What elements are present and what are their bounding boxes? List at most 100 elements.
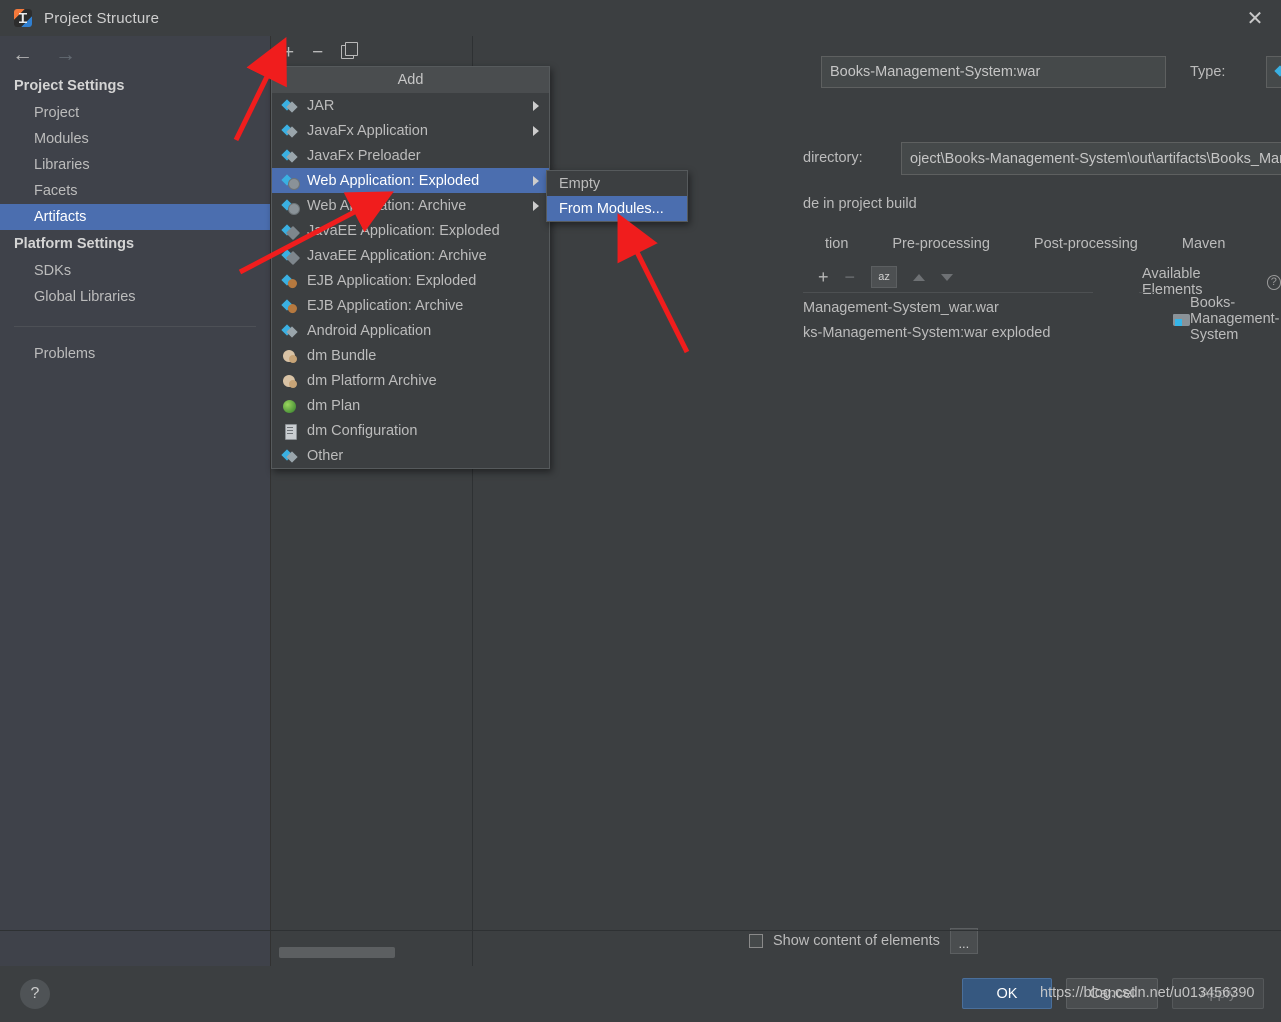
javaee-icon: [282, 248, 298, 264]
sidebar-item-project[interactable]: Project: [0, 100, 270, 126]
horizontal-scrollbar[interactable]: [279, 947, 395, 958]
sidebar-item-facets[interactable]: Facets: [0, 178, 270, 204]
artifact-name-input[interactable]: Books-Management-System:war: [821, 56, 1166, 88]
sort-az-icon[interactable]: az: [871, 266, 898, 288]
arrow-right-icon[interactable]: →: [55, 44, 76, 65]
menu-item-dm-configuration[interactable]: dm Configuration: [272, 418, 549, 443]
menu-item-jar[interactable]: JAR: [272, 93, 549, 118]
menu-item-ejb-application-exploded[interactable]: EJB Application: Exploded: [272, 268, 549, 293]
window-title: Project Structure: [44, 9, 160, 27]
android-artifact-icon: [282, 323, 298, 339]
layout-divider: [803, 292, 1093, 293]
menu-item-javafx-application[interactable]: JavaFx Application: [272, 118, 549, 143]
chevron-right-icon: [533, 100, 539, 111]
sidebar-item-sdks[interactable]: SDKs: [0, 258, 270, 284]
intellij-idea-icon: [14, 9, 32, 27]
add-menu-title: Add: [272, 67, 549, 93]
javaee-icon: [282, 223, 298, 239]
menu-item-label: dm Platform Archive: [307, 372, 437, 389]
menu-item-other[interactable]: Other: [272, 443, 549, 468]
menu-item-label: JavaFx Application: [307, 122, 428, 139]
menu-item-dm-platform-archive[interactable]: dm Platform Archive: [272, 368, 549, 393]
chevron-right-icon: [533, 200, 539, 211]
arrow-down-icon[interactable]: [941, 273, 954, 281]
chevron-right-icon: [533, 125, 539, 136]
menu-item-label: EJB Application: Exploded: [307, 272, 477, 289]
output-directory-input[interactable]: oject\Books-Management-System\out\artifa…: [901, 142, 1281, 175]
close-icon[interactable]: ✕: [1229, 0, 1281, 36]
menu-item-dm-plan[interactable]: dm Plan: [272, 393, 549, 418]
submenu-item-empty[interactable]: Empty: [547, 171, 687, 196]
output-directory-label: directory:: [803, 150, 863, 166]
menu-item-javaee-application-archive[interactable]: JavaEE Application: Archive: [272, 243, 549, 268]
menu-item-label: JAR: [307, 97, 335, 114]
available-elements-divider: [1139, 292, 1155, 293]
sidebar-item-libraries[interactable]: Libraries: [0, 152, 270, 178]
arrow-up-icon[interactable]: [913, 273, 926, 281]
include-in-project-build-label: de in project build: [803, 196, 917, 212]
jar-icon: [282, 98, 298, 114]
menu-item-web-application-archive[interactable]: Web Application: Archive: [272, 193, 549, 218]
plus-dropdown-icon[interactable]: +: [818, 268, 829, 286]
module-icon: [1173, 312, 1191, 326]
sidebar-item-modules[interactable]: Modules: [0, 126, 270, 152]
menu-item-label: Android Application: [307, 322, 432, 339]
add-artifact-menu: Add JAR JavaFx Application JavaFx Preloa…: [271, 66, 550, 469]
javafx-icon: [282, 123, 298, 139]
sidebar-divider: [14, 326, 256, 327]
sidebar-item-problems[interactable]: Problems: [0, 341, 270, 367]
web-app-icon: [282, 173, 298, 189]
tab-output-layout[interactable]: tion: [803, 232, 870, 256]
help-icon[interactable]: ?: [1266, 274, 1281, 290]
sidebar-nav-arrows: ← →: [0, 36, 270, 72]
watermark: https://blog.csdn.net/u013456390: [1040, 985, 1255, 1001]
menu-item-ejb-application-archive[interactable]: EJB Application: Archive: [272, 293, 549, 318]
web-application-exploded-submenu: Empty From Modules...: [546, 170, 688, 222]
show-content-label: Show content of elements: [773, 933, 940, 949]
dm-platform-icon: [282, 373, 298, 389]
list-item[interactable]: Books-Management-System: [1173, 295, 1281, 343]
output-layout-toolbar: + − az: [818, 266, 954, 288]
sidebar-item-global-libraries[interactable]: Global Libraries: [0, 284, 270, 310]
menu-item-android-application[interactable]: Android Application: [272, 318, 549, 343]
submenu-item-from-modules[interactable]: From Modules...: [547, 196, 687, 221]
menu-item-web-application-exploded[interactable]: Web Application: Exploded: [272, 168, 549, 193]
artifact-type-select[interactable]: Web Application: Archive: [1266, 56, 1281, 88]
dialog-divider: [0, 930, 1281, 931]
minus-icon[interactable]: −: [845, 268, 856, 286]
menu-item-javafx-preloader[interactable]: JavaFx Preloader: [272, 143, 549, 168]
editor-tabs: tion Pre-processing Post-processing Mave…: [803, 232, 1247, 256]
ok-button[interactable]: OK: [962, 978, 1052, 1009]
minus-icon[interactable]: −: [312, 43, 323, 62]
show-content-checkbox[interactable]: [749, 934, 763, 948]
menu-item-label: dm Configuration: [307, 422, 418, 439]
available-elements-label: Available Elements: [1142, 266, 1203, 298]
artifacts-toolbar: + −: [271, 36, 473, 68]
tab-maven[interactable]: Maven: [1160, 232, 1248, 256]
tree-row[interactable]: ks-Management-System:war exploded: [803, 325, 1050, 341]
tab-pre-processing[interactable]: Pre-processing: [870, 232, 1012, 256]
tab-post-processing[interactable]: Post-processing: [1012, 232, 1160, 256]
available-elements-title: Available Elements ?: [1142, 266, 1281, 298]
arrow-left-icon[interactable]: ←: [12, 44, 33, 65]
sidebar-item-artifacts[interactable]: Artifacts: [0, 204, 270, 230]
menu-item-dm-bundle[interactable]: dm Bundle: [272, 343, 549, 368]
menu-item-javaee-application-exploded[interactable]: JavaEE Application: Exploded: [272, 218, 549, 243]
menu-item-label: JavaEE Application: Archive: [307, 247, 487, 264]
menu-item-label: Web Application: Archive: [307, 197, 467, 214]
menu-item-label: EJB Application: Archive: [307, 297, 464, 314]
web-app-icon: [282, 198, 298, 214]
help-icon[interactable]: ?: [20, 979, 50, 1009]
sidebar-group-project-settings: Project Settings: [14, 78, 125, 94]
copy-icon[interactable]: [341, 42, 359, 59]
plus-icon[interactable]: +: [283, 43, 294, 62]
ellipsis-button[interactable]: ...: [949, 928, 978, 954]
menu-item-label: JavaFx Preloader: [307, 147, 421, 164]
ejb-icon: [282, 273, 298, 289]
tree-row[interactable]: Management-System_war.war: [803, 300, 999, 316]
settings-sidebar: ← → Project Settings Project Modules Lib…: [0, 36, 271, 966]
output-directory-value: oject\Books-Management-System\out\artifa…: [910, 150, 1281, 167]
sidebar-group-platform-settings: Platform Settings: [14, 236, 135, 252]
show-content-of-elements-row: Show content of elements ...: [749, 928, 978, 954]
dm-plan-icon: [282, 398, 298, 414]
